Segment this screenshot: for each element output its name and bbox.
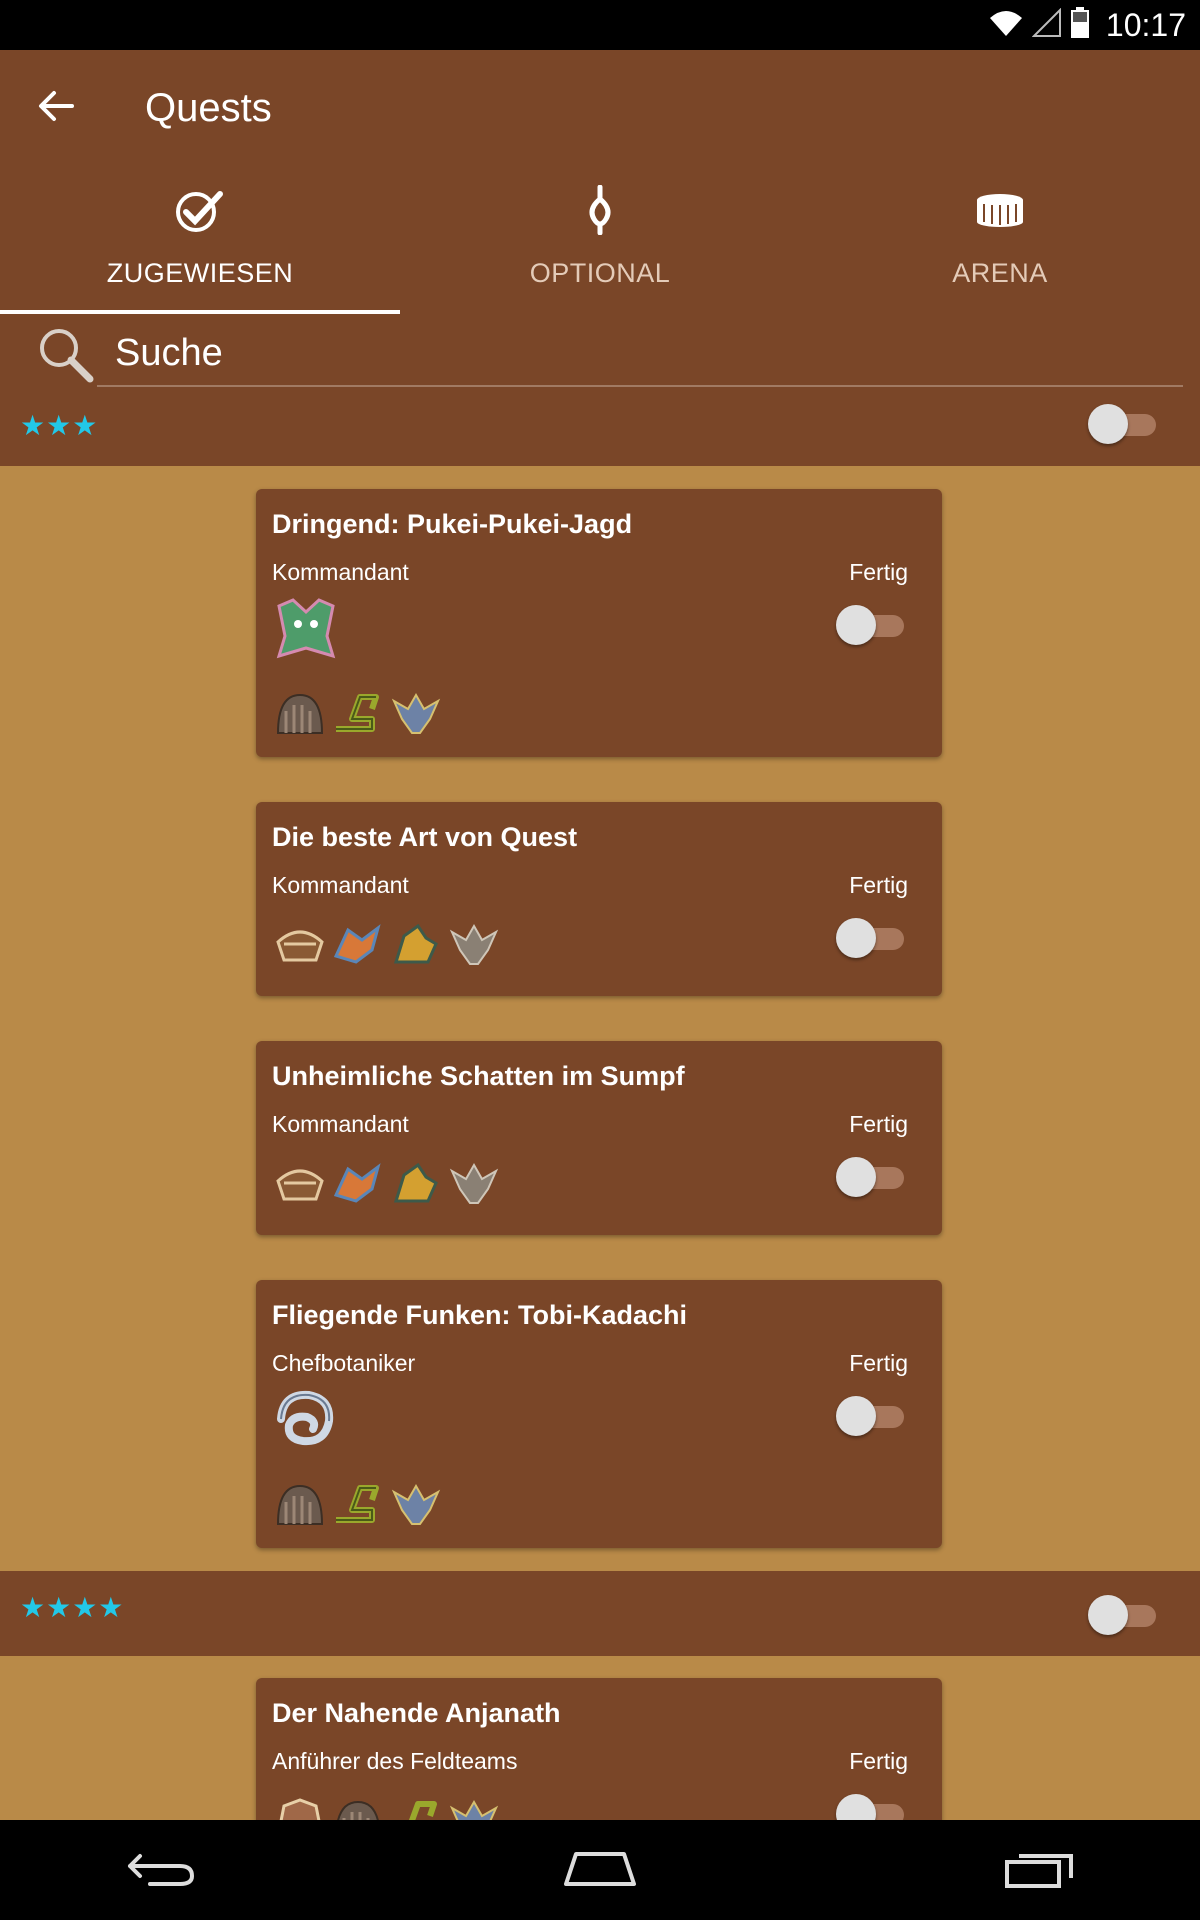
great-girros-icon [388, 916, 444, 972]
barroth-icon [272, 1155, 328, 1211]
quest-title: Dringend: Pukei-Pukei-Jagd [272, 509, 633, 539]
tab-label: OPTIONAL [529, 258, 671, 288]
kulu-ya-ku-icon [446, 916, 502, 972]
done-toggle[interactable] [836, 916, 906, 958]
kulu-ya-ku-icon [446, 1155, 502, 1211]
quest-giver: Kommandant [272, 1111, 409, 1137]
kulu-ya-ku-icon [388, 1476, 444, 1532]
monster-row [272, 685, 444, 741]
quest-title: Der Nahende Anjanath [272, 1698, 561, 1728]
tab-zugewiesen[interactable]: ZUGEWIESEN [0, 180, 400, 314]
great-jagras-icon [388, 1792, 444, 1820]
target-monster-row [272, 1386, 340, 1454]
barroth-icon [272, 916, 328, 972]
quest-giver: Kommandant [272, 559, 409, 585]
quest-giver: Chefbotaniker [272, 1350, 416, 1376]
tab-label: ARENA [952, 258, 1048, 288]
done-label: Fertig [849, 1748, 908, 1774]
kulu-ya-ku-icon [388, 685, 444, 741]
quest-title: Unheimliche Schatten im Sumpf [272, 1061, 685, 1091]
page-title: Quests [145, 86, 272, 130]
clock: 10:17 [1105, 6, 1186, 43]
recents-nav-icon [1003, 1848, 1077, 1893]
tab-indicator [0, 310, 400, 314]
star-group-header: ★★★ [0, 400, 1200, 466]
pukei-pukei-icon [272, 595, 340, 663]
tab-optional[interactable]: OPTIONAL [400, 180, 800, 308]
battery-icon [1070, 6, 1090, 44]
kulu-ya-ku-icon [446, 1792, 502, 1820]
done-toggle[interactable] [836, 1792, 906, 1820]
quest-card[interactable]: Dringend: Pukei-Pukei-Jagd Kommandant Fe… [256, 489, 942, 757]
quest-giver: Kommandant [272, 872, 409, 898]
done-label: Fertig [849, 872, 908, 898]
great-jagras-icon [330, 1476, 386, 1532]
great-girros-icon [388, 1155, 444, 1211]
nav-home-button[interactable] [550, 1838, 650, 1902]
search-input[interactable] [97, 321, 1183, 387]
quest-title: Die beste Art von Quest [272, 822, 578, 852]
kestodon-icon [330, 1792, 386, 1820]
tab-bar: ZUGEWIESEN OPTIONAL ARENA [0, 180, 1200, 314]
done-label: Fertig [849, 559, 908, 585]
anjanath-icon [272, 1792, 328, 1820]
done-toggle[interactable] [836, 603, 906, 645]
tobi-kadachi-icon [330, 1155, 386, 1211]
done-toggle[interactable] [836, 1394, 906, 1436]
cell-signal-icon [1031, 7, 1062, 43]
quest-card[interactable]: Der Nahende Anjanath Anführer des Feldte… [256, 1678, 942, 1820]
monster-row [272, 1476, 444, 1532]
wifi-icon [988, 8, 1024, 43]
fork-path-icon [584, 184, 616, 236]
kestodon-icon [272, 1476, 328, 1532]
quest-giver: Anführer des Feldteams [272, 1748, 518, 1774]
done-toggle[interactable] [836, 1155, 906, 1197]
star-rating: ★★★ [20, 410, 99, 441]
star-group-header: ★★★★ [0, 1571, 1200, 1656]
back-nav-icon [126, 1848, 198, 1893]
status-icons: 10:17 [988, 6, 1186, 44]
monster-row [272, 1792, 502, 1820]
great-jagras-icon [330, 685, 386, 741]
legiana-icon [272, 1386, 340, 1454]
arena-icon [975, 184, 1025, 236]
app-bar: Quests ZUGEWIESEN OPTIONAL ARENA [0, 50, 1200, 315]
group-toggle[interactable] [1088, 1593, 1158, 1635]
quest-title: Fliegende Funken: Tobi-Kadachi [272, 1300, 688, 1330]
quest-card[interactable]: Unheimliche Schatten im Sumpf Kommandant… [256, 1041, 942, 1235]
done-label: Fertig [849, 1111, 908, 1137]
check-badge-icon [174, 184, 226, 236]
kestodon-icon [272, 685, 328, 741]
tab-arena[interactable]: ARENA [800, 180, 1200, 308]
tab-label: ZUGEWIESEN [106, 258, 294, 288]
arrow-back-icon [38, 90, 74, 127]
search-icon [36, 325, 94, 388]
status-bar: 10:17 [0, 0, 1200, 50]
home-nav-icon [562, 1848, 638, 1893]
monster-row [272, 916, 502, 972]
group-toggle[interactable] [1088, 402, 1158, 444]
search-bar [0, 315, 1200, 400]
nav-recents-button[interactable] [990, 1838, 1090, 1902]
quest-card[interactable]: Fliegende Funken: Tobi-Kadachi Chefbotan… [256, 1280, 942, 1548]
tobi-kadachi-icon [330, 916, 386, 972]
back-button[interactable] [28, 80, 84, 136]
quest-card[interactable]: Die beste Art von Quest Kommandant Ferti… [256, 802, 942, 996]
star-rating: ★★★★ [20, 1592, 125, 1623]
navigation-bar [0, 1820, 1200, 1920]
nav-back-button[interactable] [112, 1838, 212, 1902]
target-monster-row [272, 595, 340, 663]
quest-list[interactable]: ★★★ Dringend: Pukei-Pukei-Jagd Kommandan… [0, 400, 1200, 1820]
monster-row [272, 1155, 502, 1211]
done-label: Fertig [849, 1350, 908, 1376]
